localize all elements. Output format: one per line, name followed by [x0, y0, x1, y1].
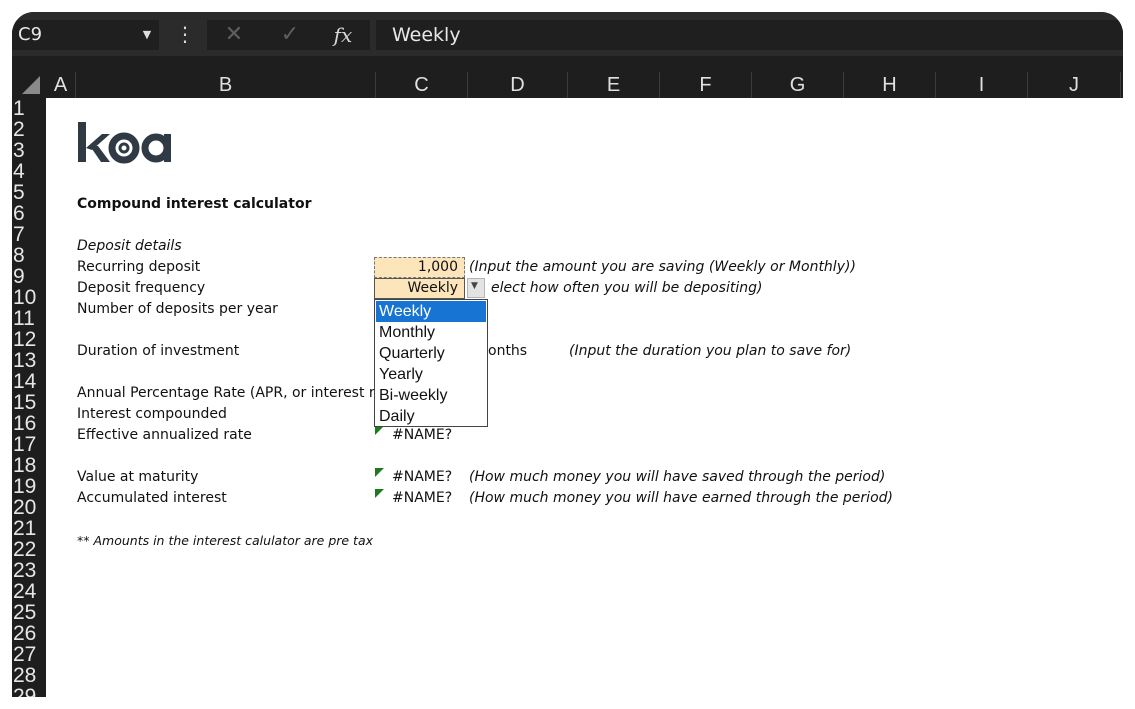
row-header-26[interactable]: 26 — [12, 623, 46, 644]
deposit-frequency-label: Deposit frequency — [77, 280, 206, 296]
row-header-2[interactable]: 2 — [12, 119, 46, 140]
row-header-20[interactable]: 20 — [12, 497, 46, 518]
column-header-i[interactable]: I — [936, 72, 1028, 98]
formula-input[interactable]: Weekly — [376, 20, 1123, 50]
row-header-17[interactable]: 17 — [12, 434, 46, 455]
row-header-23[interactable]: 23 — [12, 560, 46, 581]
row-header-16[interactable]: 16 — [12, 413, 46, 434]
cancel-icon[interactable]: ✕ — [217, 20, 251, 50]
row-header-21[interactable]: 21 — [12, 518, 46, 539]
error-flag-icon — [375, 468, 384, 477]
error-flag-icon — [375, 426, 384, 435]
name-box[interactable]: C9 — [12, 20, 159, 50]
row-header-6[interactable]: 6 — [12, 203, 46, 224]
row-header-27[interactable]: 27 — [12, 644, 46, 665]
check-icon[interactable]: ✓ — [273, 20, 307, 50]
chevron-down-icon[interactable]: ▼ — [140, 20, 154, 50]
duration-hint: (Input the duration you plan to save for… — [569, 343, 852, 359]
row-header-22[interactable]: 22 — [12, 539, 46, 560]
duration-label: Duration of investment — [77, 343, 240, 359]
row-header-13[interactable]: 13 — [12, 350, 46, 371]
maturity-hint: (How much money you will have saved thro… — [469, 469, 886, 485]
row-header-24[interactable]: 24 — [12, 581, 46, 602]
frequency-dropdown-list[interactable]: Weekly Monthly Quarterly Yearly Bi-weekl… — [374, 299, 488, 427]
fx-icon[interactable]: fx — [326, 20, 360, 50]
compounded-label: Interest compounded — [77, 406, 227, 422]
recurring-deposit-value: 1,000 — [417, 259, 458, 275]
duration-unit: onths — [488, 343, 528, 359]
column-header-a[interactable]: A — [46, 72, 76, 98]
column-header-h[interactable]: H — [844, 72, 936, 98]
select-all-corner[interactable] — [12, 72, 44, 98]
dropdown-option-bi-weekly[interactable]: Bi-weekly — [376, 385, 486, 406]
row-header-5[interactable]: 5 — [12, 182, 46, 203]
row-header-9[interactable]: 9 — [12, 266, 46, 287]
row-header-12[interactable]: 12 — [12, 329, 46, 350]
row-header-29[interactable]: 29 — [12, 686, 46, 697]
deposit-frequency-hint: elect how often you will be depositing) — [491, 280, 763, 296]
column-header-e[interactable]: E — [568, 72, 660, 98]
row-header-1[interactable]: 1 — [12, 98, 46, 119]
formula-buttons: ✕ ✓ fx — [207, 20, 370, 50]
row-header-11[interactable]: 11 — [12, 308, 46, 329]
column-header-b[interactable]: B — [76, 72, 376, 98]
recurring-deposit-label: Recurring deposit — [77, 259, 201, 275]
dropdown-option-yearly[interactable]: Yearly — [376, 364, 486, 385]
excel-window: C9 ▼ ⋮ ✕ ✓ fx Weekly ABCDEFGHIJ 12345678… — [12, 12, 1123, 697]
chevron-down-icon: ▼ — [471, 281, 478, 291]
formula-bar: C9 ▼ ⋮ ✕ ✓ fx Weekly — [12, 12, 1123, 56]
error-flag-icon — [375, 489, 384, 498]
dropdown-option-monthly[interactable]: Monthly — [376, 322, 486, 343]
column-header-f[interactable]: F — [660, 72, 752, 98]
dropdown-button[interactable]: ▼ — [467, 278, 485, 298]
recurring-deposit-hint: (Input the amount you are saving (Weekly… — [469, 259, 856, 275]
deposit-frequency-value: Weekly — [407, 280, 458, 296]
deposits-per-year-label: Number of deposits per year — [77, 301, 278, 317]
row-header-18[interactable]: 18 — [12, 455, 46, 476]
row-header-3[interactable]: 3 — [12, 140, 46, 161]
column-header-d[interactable]: D — [468, 72, 568, 98]
koa-logo — [76, 120, 176, 172]
accumulated-label: Accumulated interest — [77, 490, 227, 506]
kebab-icon[interactable]: ⋮ — [175, 20, 195, 50]
dropdown-option-daily[interactable]: Daily — [376, 406, 486, 427]
column-header-c[interactable]: C — [376, 72, 468, 98]
dropdown-option-quarterly[interactable]: Quarterly — [376, 343, 486, 364]
row-header-15[interactable]: 15 — [12, 392, 46, 413]
effective-rate-label: Effective annualized rate — [77, 427, 252, 443]
row-header-8[interactable]: 8 — [12, 245, 46, 266]
row-header-25[interactable]: 25 — [12, 602, 46, 623]
calculator-title: Compound interest calculator — [77, 196, 312, 212]
accumulated-hint: (How much money you will have earned thr… — [469, 490, 893, 506]
row-header-7[interactable]: 7 — [12, 224, 46, 245]
deposit-details-heading: Deposit details — [77, 238, 182, 254]
column-header-j[interactable]: J — [1028, 72, 1121, 98]
accumulated-value: #NAME? — [392, 490, 453, 506]
dropdown-option-weekly[interactable]: Weekly — [376, 301, 486, 322]
maturity-value: #NAME? — [392, 469, 453, 485]
row-header-4[interactable]: 4 — [12, 161, 46, 182]
maturity-label: Value at maturity — [77, 469, 199, 485]
footnote: ** Amounts in the interest calulator are… — [77, 533, 374, 548]
effective-rate-value: #NAME? — [392, 427, 453, 443]
row-header-19[interactable]: 19 — [12, 476, 46, 497]
row-header-28[interactable]: 28 — [12, 665, 46, 686]
sheet-grid[interactable]: Compound interest calculator Deposit det… — [46, 98, 1123, 697]
row-header-10[interactable]: 10 — [12, 287, 46, 308]
apr-label: Annual Percentage Rate (APR, or interest… — [77, 385, 398, 401]
row-header-14[interactable]: 14 — [12, 371, 46, 392]
column-header-g[interactable]: G — [752, 72, 844, 98]
